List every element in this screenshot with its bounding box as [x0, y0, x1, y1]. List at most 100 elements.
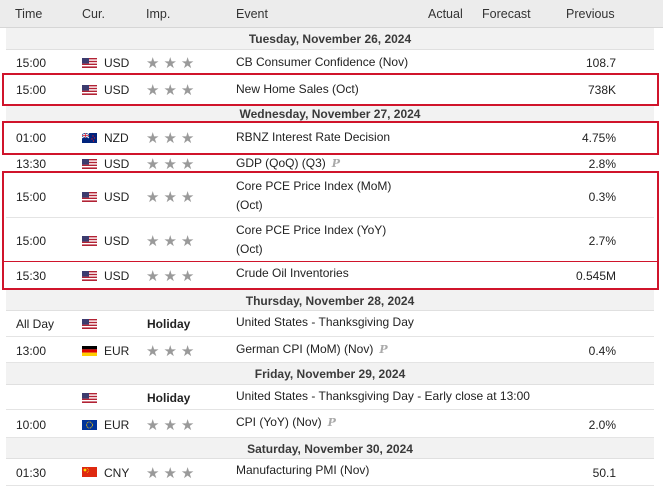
date-row: Friday, November 29, 2024	[6, 363, 654, 385]
importance-stars: ★ ★ ★	[146, 82, 195, 99]
eu-flag-icon	[82, 420, 97, 430]
table-row[interactable]: Holiday United States - Thanksgiving Day…	[6, 385, 654, 410]
importance-stars: ★ ★ ★	[146, 189, 194, 206]
preliminary-icon: P	[331, 157, 341, 170]
table-row[interactable]: 13:30 USD ★ ★ ★ GDP (QoQ) (Q3) P 2.8%	[6, 155, 654, 173]
event-time: 01:00	[16, 131, 47, 145]
event-name[interactable]: United States - Thanksgiving Day - Early…	[236, 387, 616, 406]
us-flag-icon	[82, 236, 97, 246]
event-name[interactable]: United States - Thanksgiving Day	[236, 313, 536, 332]
event-name[interactable]: Crude Oil Inventories	[236, 264, 426, 283]
date-label: Tuesday, November 26, 2024	[248, 32, 412, 46]
event-time: 15:00	[16, 234, 47, 248]
event-name[interactable]: Manufacturing PMI (Nov)	[236, 461, 426, 480]
col-time[interactable]: Time	[15, 7, 42, 21]
star-icon: ★	[163, 465, 177, 482]
event-previous: 2.8%	[588, 157, 616, 171]
star-icon: ★	[180, 417, 195, 434]
event-previous: 2.7%	[588, 234, 616, 248]
table-row[interactable]: 13:00 EUR ★ ★ ★ German CPI (MoM) (Nov) P 0.…	[6, 337, 654, 363]
date-row: Tuesday, November 26, 2024	[6, 28, 654, 50]
col-currency[interactable]: Cur.	[82, 7, 105, 21]
table-row[interactable]: 01:00 NZD ★ ★ ★ RBNZ Interest Rate Decisio…	[6, 123, 654, 155]
star-icon: ★	[163, 156, 177, 173]
star-icon: ★	[163, 417, 177, 434]
table-row[interactable]: 01:30 CNY ★ ★ ★ Manufacturing PMI (Nov) 50…	[6, 459, 654, 486]
date-label: Thursday, November 28, 2024	[245, 294, 415, 308]
event-previous: 2.0%	[588, 418, 616, 432]
table-row[interactable]: 15:00 USD ★ ★ ★ New Home Sales (Oct) 738K	[6, 74, 654, 105]
event-currency: USD	[104, 269, 130, 283]
event-cell[interactable]: German CPI (MoM) (Nov) P	[236, 340, 496, 359]
table-row[interactable]: 15:00 USD ★ ★ ★ CB Consumer Confidence (No…	[6, 50, 654, 74]
date-label: Wednesday, November 27, 2024	[239, 107, 421, 121]
importance-stars: ★ ★ ★	[146, 55, 194, 72]
star-icon: ★	[146, 268, 160, 285]
us-flag-icon	[82, 271, 97, 281]
cn-flag-icon	[82, 467, 97, 477]
event-name[interactable]: Core PCE Price Index (MoM) (Oct)	[236, 177, 396, 215]
star-icon: ★	[163, 189, 177, 206]
event-name[interactable]: Core PCE Price Index (YoY) (Oct)	[236, 221, 396, 259]
date-row: Thursday, November 28, 2024	[6, 290, 654, 311]
event-name[interactable]: GDP (QoQ) (Q3)	[236, 156, 326, 170]
table-row[interactable]: 15:30 USD ★ ★ ★ Crude Oil Inventories 0.54…	[6, 262, 654, 290]
star-icon: ★	[163, 130, 177, 147]
event-name[interactable]: RBNZ Interest Rate Decision	[236, 128, 426, 147]
star-icon: ★	[163, 268, 177, 285]
star-icon: ★	[163, 55, 177, 72]
star-icon: ★	[146, 465, 160, 482]
table-row[interactable]: All Day Holiday United States - Thanksgi…	[6, 311, 654, 337]
event-currency: USD	[104, 234, 130, 248]
table-row[interactable]: 15:00 USD ★ ★ ★ Core PCE Price Index (YoY)…	[6, 218, 654, 262]
star-icon: ★	[146, 82, 160, 99]
event-time: All Day	[16, 317, 55, 331]
event-previous: 0.4%	[588, 344, 616, 358]
event-currency: USD	[104, 190, 130, 204]
table-row[interactable]: 15:00 USD ★ ★ ★ Core PCE Price Index (MoM)…	[6, 173, 654, 218]
star-icon: ★	[180, 82, 195, 99]
table-row[interactable]: 10:00 EUR ★ ★ ★ CPI (YoY) (Nov) P 2.0%	[6, 410, 654, 438]
star-icon: ★	[146, 55, 160, 72]
event-time: 13:30	[16, 157, 47, 171]
col-actual[interactable]: Actual	[428, 7, 463, 21]
us-flag-icon	[82, 393, 97, 403]
star-icon: ★	[180, 465, 195, 482]
event-currency: NZD	[104, 131, 129, 145]
star-icon: ★	[146, 189, 160, 206]
event-time: 15:00	[16, 190, 47, 204]
star-icon: ★	[180, 156, 195, 173]
de-flag-icon	[82, 346, 97, 356]
date-row: Saturday, November 30, 2024	[6, 438, 654, 459]
holiday-label: Holiday	[147, 391, 191, 405]
event-previous: 0.3%	[588, 190, 616, 204]
star-icon: ★	[163, 82, 177, 99]
event-currency: USD	[104, 83, 130, 97]
col-forecast[interactable]: Forecast	[482, 7, 531, 21]
event-name[interactable]: German CPI (MoM) (Nov)	[236, 342, 373, 356]
event-time: 13:00	[16, 344, 47, 358]
importance-stars: ★ ★ ★	[146, 156, 195, 173]
event-cell[interactable]: CPI (YoY) (Nov) P	[236, 413, 496, 432]
date-label: Saturday, November 30, 2024	[247, 442, 413, 456]
star-icon: ★	[146, 233, 160, 250]
event-time: 01:30	[16, 466, 47, 480]
star-icon: ★	[146, 343, 160, 360]
event-name[interactable]: New Home Sales (Oct)	[236, 80, 426, 99]
us-flag-icon	[82, 319, 97, 329]
col-event[interactable]: Event	[236, 7, 268, 21]
event-time: 15:30	[16, 269, 47, 283]
col-previous[interactable]: Previous	[566, 7, 615, 21]
event-cell[interactable]: GDP (QoQ) (Q3) P	[236, 154, 496, 173]
col-importance[interactable]: Imp.	[146, 7, 170, 21]
star-icon: ★	[146, 130, 160, 147]
event-time: 15:00	[16, 56, 47, 70]
star-icon: ★	[180, 268, 195, 285]
event-previous: 4.75%	[581, 131, 616, 145]
event-previous: 108.7	[585, 56, 616, 70]
event-previous: 738K	[587, 83, 616, 97]
event-name[interactable]: CPI (YoY) (Nov)	[236, 415, 322, 429]
event-name[interactable]: CB Consumer Confidence (Nov)	[236, 53, 426, 72]
us-flag-icon	[82, 159, 97, 169]
us-flag-icon	[82, 85, 97, 95]
